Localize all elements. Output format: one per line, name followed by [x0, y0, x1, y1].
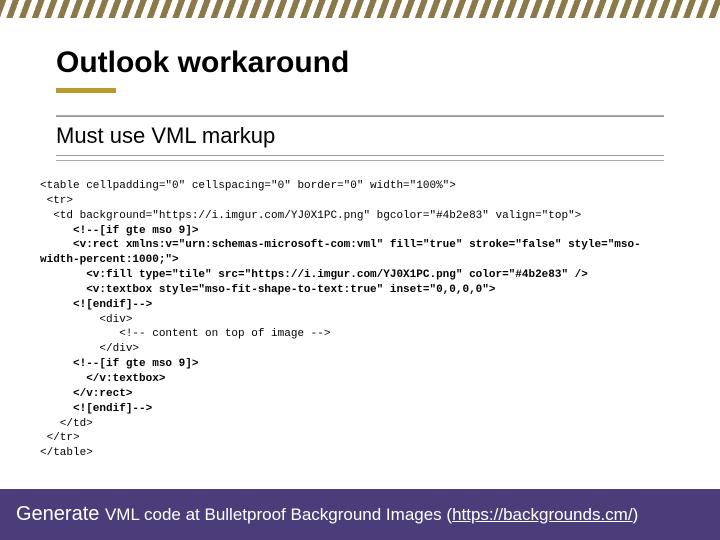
code-line: </td>: [40, 418, 93, 430]
code-line: <!-- content on top of image -->: [40, 328, 330, 340]
code-line: <v:textbox style="mso-fit-shape-to-text:…: [40, 284, 495, 296]
code-line: </div>: [40, 343, 139, 355]
code-line: <v:rect xmlns:v="urn:schemas-microsoft-c…: [40, 239, 641, 251]
code-line: <div>: [40, 314, 132, 326]
footer-link[interactable]: https://backgrounds.cm/: [452, 505, 632, 524]
code-line: width-percent:1000;">: [40, 254, 179, 266]
code-line: <!--[if gte mso 9]>: [40, 225, 198, 237]
subtitle-box: Must use VML markup: [56, 115, 664, 161]
title-underline: [56, 88, 116, 93]
code-line: </v:textbox>: [40, 373, 165, 385]
code-line: <![endif]-->: [40, 403, 152, 415]
footer-close: ): [633, 505, 639, 524]
footer-text: VML code at Bulletproof Background Image…: [105, 505, 452, 524]
subtitle: Must use VML markup: [56, 116, 664, 156]
code-line: </tr>: [40, 432, 80, 444]
code-line: </v:rect>: [40, 388, 132, 400]
code-line: <td background="https://i.imgur.com/YJ0X…: [40, 210, 581, 222]
page-title: Outlook workaround: [56, 46, 664, 80]
code-line: <!--[if gte mso 9]>: [40, 358, 198, 370]
slide-content: Outlook workaround Must use VML markup <…: [0, 18, 720, 461]
code-line: <tr>: [40, 195, 73, 207]
footer-lead: Generate: [16, 503, 105, 525]
code-line: <v:fill type="tile" src="https://i.imgur…: [40, 269, 588, 281]
code-line: <![endif]-->: [40, 299, 152, 311]
top-stripe: [0, 0, 720, 18]
footer-bar: Generate VML code at Bulletproof Backgro…: [0, 489, 720, 540]
code-line: <table cellpadding="0" cellspacing="0" b…: [40, 180, 456, 192]
code-line: </table>: [40, 447, 93, 459]
code-block: <table cellpadding="0" cellspacing="0" b…: [40, 179, 664, 461]
